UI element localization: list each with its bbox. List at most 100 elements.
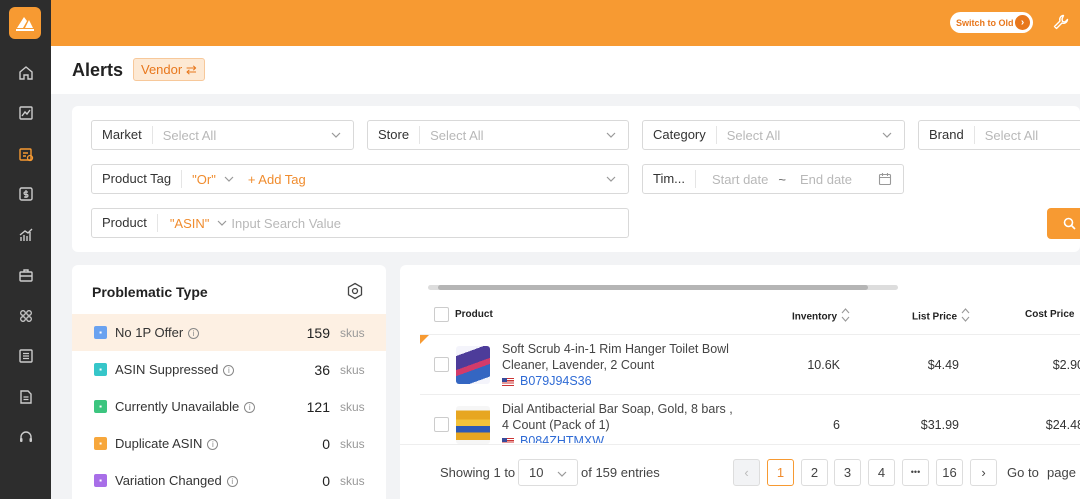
- entries-text: of 159 entries: [581, 465, 660, 480]
- search-button[interactable]: [1047, 208, 1080, 239]
- type-label-text: Currently Unavailable: [115, 399, 240, 414]
- horizontal-scrollbar[interactable]: [428, 285, 898, 290]
- start-date-input[interactable]: Start date: [696, 172, 768, 187]
- page-button[interactable]: 3: [834, 459, 861, 486]
- product-asin-link[interactable]: B084ZHTMXW: [502, 434, 604, 443]
- next-page-button[interactable]: ›: [970, 459, 997, 486]
- type-count: 159: [306, 324, 330, 341]
- row-checkbox[interactable]: [434, 417, 449, 432]
- search-mode-select[interactable]: "ASIN": [158, 216, 210, 231]
- headset-icon[interactable]: [17, 428, 35, 446]
- problem-type-item[interactable]: ▪ ASIN Suppressed i 36 skus: [72, 351, 386, 388]
- table-row[interactable]: Soft Scrub 4-in-1 Rim Hanger Toilet Bowl…: [420, 335, 1080, 395]
- end-date-input[interactable]: End date: [786, 172, 852, 187]
- page-size-value: 10: [529, 465, 544, 480]
- type-label-text: ASIN Suppressed: [115, 362, 219, 377]
- scrollbar-thumb[interactable]: [438, 285, 868, 290]
- type-label: Duplicate ASIN i: [115, 436, 219, 451]
- briefcase-icon[interactable]: [17, 266, 35, 284]
- product-tag-label: Product Tag: [92, 170, 183, 188]
- info-icon[interactable]: i: [188, 328, 200, 340]
- market-label: Market: [92, 126, 153, 144]
- problem-type-item[interactable]: ▪ Duplicate ASIN i 0 skus: [72, 425, 386, 462]
- problem-type-item[interactable]: ▪ Variation Changed i 0 skus: [72, 462, 386, 499]
- prev-page-button[interactable]: ‹: [733, 459, 760, 486]
- brand-select[interactable]: Brand Select All: [918, 120, 1080, 150]
- product-tag-select[interactable]: Product Tag "Or" + Add Tag: [91, 164, 629, 194]
- market-select[interactable]: Market Select All: [91, 120, 354, 150]
- brand-placeholder: Select All: [984, 127, 1039, 143]
- problem-type-item[interactable]: ▪ No 1P Offer i 159 skus: [72, 314, 386, 351]
- info-icon[interactable]: i: [226, 476, 238, 488]
- asin-text: B084ZHTMXW: [520, 434, 605, 443]
- chevron-down-icon: [331, 132, 341, 138]
- type-label: Currently Unavailable i: [115, 399, 256, 414]
- app-logo[interactable]: [9, 7, 41, 39]
- trend-chart-icon[interactable]: [17, 104, 35, 122]
- product-name[interactable]: Dial Antibacterial Bar Soap, Gold, 8 bar…: [502, 401, 742, 433]
- list-price-value: $4.49: [927, 358, 959, 372]
- sidebar: [0, 0, 51, 499]
- type-count: 121: [306, 398, 330, 415]
- add-tag-button[interactable]: + Add Tag: [234, 172, 306, 187]
- sort-icon: [961, 308, 970, 322]
- type-label-text: No 1P Offer: [115, 325, 184, 340]
- time-range-picker[interactable]: Tim... Start date ~ End date: [642, 164, 904, 194]
- page-button[interactable]: 1: [767, 459, 794, 486]
- apps-icon[interactable]: [17, 307, 35, 325]
- wrench-icon[interactable]: [1052, 13, 1070, 31]
- type-unit: skus: [340, 399, 365, 414]
- category-select[interactable]: Category Select All: [642, 120, 905, 150]
- document-icon[interactable]: [17, 388, 35, 406]
- list-icon[interactable]: [17, 347, 35, 365]
- page-title: Alerts: [72, 60, 124, 80]
- category-placeholder: Select All: [726, 127, 781, 143]
- product-thumbnail[interactable]: [456, 406, 490, 444]
- us-flag-icon: [502, 377, 514, 386]
- alerts-table-panel: Product Inventory List Price Cost Price …: [400, 265, 1080, 499]
- inventory-value: 6: [833, 418, 840, 432]
- pagination-bar: Showing 1 to 10 of 159 entries ‹ 1 2 3 4…: [400, 444, 1080, 499]
- info-icon[interactable]: i: [244, 402, 256, 414]
- type-label-text: Duplicate ASIN: [115, 436, 203, 451]
- product-search[interactable]: Product "ASIN" Input Search Value: [91, 208, 629, 238]
- product-asin-link[interactable]: B079J94S36: [502, 374, 592, 388]
- bar-growth-icon[interactable]: [17, 226, 35, 244]
- alerts-icon[interactable]: [17, 145, 35, 163]
- type-unit: skus: [340, 325, 365, 340]
- home-icon[interactable]: [17, 64, 35, 82]
- chevron-down-icon: [557, 471, 567, 477]
- calendar-icon: [878, 173, 892, 186]
- dollar-icon[interactable]: [17, 185, 35, 203]
- type-count: 0: [322, 435, 330, 452]
- product-thumbnail[interactable]: [456, 346, 490, 384]
- page-button[interactable]: 16: [936, 459, 963, 486]
- vendor-switch-badge[interactable]: Vendor ⇄: [133, 58, 205, 81]
- row-checkbox[interactable]: [434, 357, 449, 372]
- corner-marker-icon: [420, 335, 429, 344]
- product-name[interactable]: Soft Scrub 4-in-1 Rim Hanger Toilet Bowl…: [502, 341, 742, 373]
- column-inventory[interactable]: Inventory: [792, 308, 850, 325]
- product-search-input[interactable]: Input Search Value: [227, 216, 628, 231]
- chevron-down-icon: [882, 132, 892, 138]
- category-label: Category: [643, 126, 717, 144]
- page-size-select[interactable]: 10: [518, 459, 578, 486]
- column-inventory-label: Inventory: [792, 311, 838, 323]
- problem-type-item[interactable]: ▪ Currently Unavailable i 121 skus: [72, 388, 386, 425]
- store-select[interactable]: Store Select All: [367, 120, 629, 150]
- us-flag-icon: [502, 437, 514, 443]
- tag-mode-select[interactable]: "Or": [182, 172, 216, 187]
- more-pages-button[interactable]: •••: [902, 459, 929, 486]
- select-all-checkbox[interactable]: [434, 307, 449, 322]
- page-button[interactable]: 2: [801, 459, 828, 486]
- table-header: Product Inventory List Price Cost Price: [420, 295, 1080, 335]
- type-icon: ▪: [94, 474, 107, 487]
- switch-to-old-button[interactable]: Switch to Old ›: [950, 12, 1033, 33]
- settings-icon[interactable]: [346, 282, 364, 300]
- problematic-type-panel: Problematic Type ▪ No 1P Offer i 159 skus ▪ AS…: [72, 265, 386, 499]
- column-list-price[interactable]: List Price: [912, 308, 970, 325]
- info-icon[interactable]: i: [223, 365, 235, 377]
- info-icon[interactable]: i: [207, 439, 219, 451]
- column-product: Product: [455, 309, 493, 320]
- page-button[interactable]: 4: [868, 459, 895, 486]
